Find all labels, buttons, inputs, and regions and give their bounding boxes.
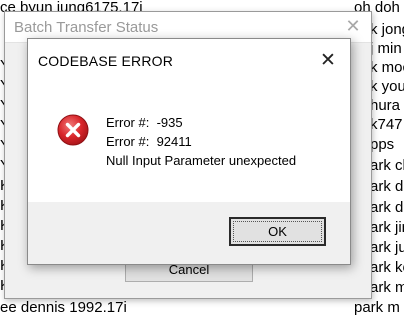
- list-item: k moc: [370, 59, 404, 76]
- list-item: k747: [370, 116, 403, 133]
- error-message: Null Input Parameter unexpected: [106, 153, 297, 168]
- list-item: ark jun: [370, 239, 404, 256]
- list-item: k your: [370, 78, 404, 95]
- list-item: j min: [370, 40, 402, 57]
- list-item: ark ko: [370, 259, 404, 276]
- ok-button[interactable]: OK: [229, 217, 326, 246]
- list-item: ark do: [370, 199, 404, 216]
- list-item: pps: [370, 136, 395, 153]
- error-code-line-1: Error #: -935: [106, 115, 183, 130]
- dialog-title: CODEBASE ERROR: [38, 53, 174, 69]
- list-item: ee dennis 1992.17i: [0, 299, 127, 316]
- error-dialog: CODEBASE ERROR ✕ Error #: -935 Error #: …: [27, 38, 351, 265]
- dialog-close-icon[interactable]: ✕: [314, 46, 342, 74]
- error-icon: [57, 114, 89, 146]
- list-item: k jong: [370, 21, 404, 38]
- list-item: ark da: [370, 178, 404, 195]
- batch-close-icon[interactable]: ✕: [340, 14, 366, 40]
- list-item: ark jin: [370, 219, 404, 236]
- list-item: hura: [370, 97, 401, 114]
- list-item: park m: [354, 299, 400, 316]
- list-item: ark m: [370, 279, 404, 296]
- error-code-line-2: Error #: 92411: [106, 134, 192, 149]
- list-item: ark ch: [370, 157, 404, 174]
- batch-window-title: Batch Transfer Status: [14, 19, 159, 36]
- dialog-footer: OK: [28, 202, 350, 264]
